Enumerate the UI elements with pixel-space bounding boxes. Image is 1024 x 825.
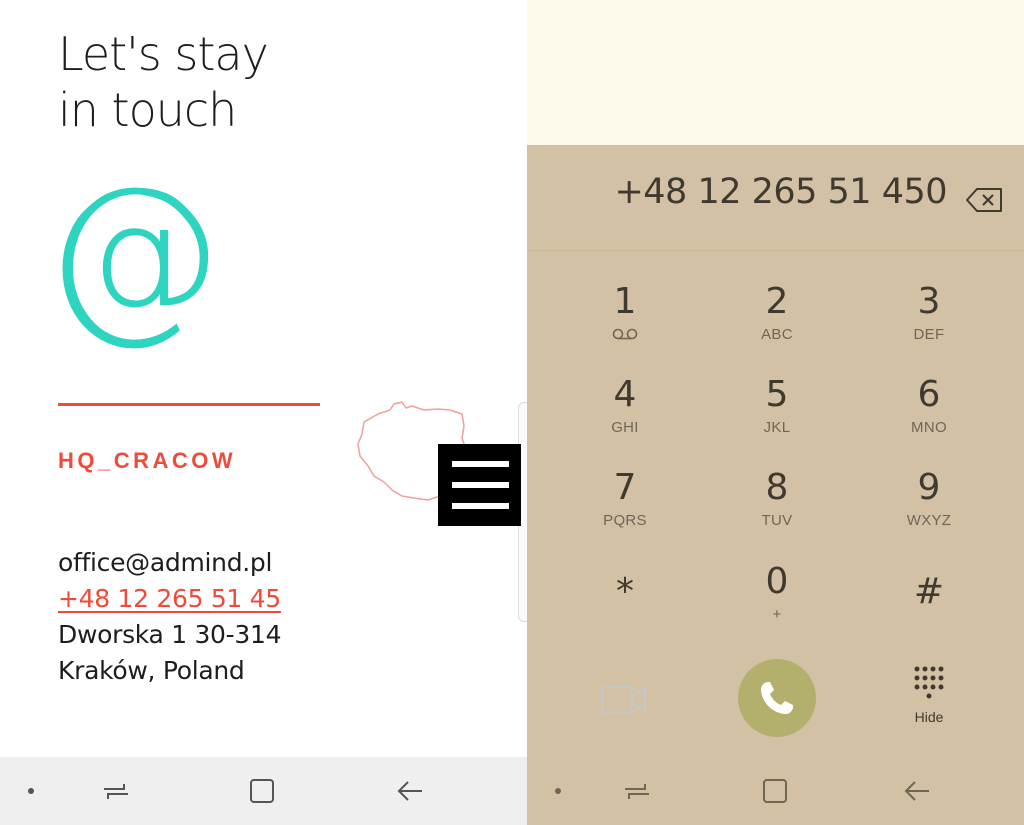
- recent-apps-icon[interactable]: [100, 777, 132, 805]
- key-1[interactable]: 1: [565, 282, 685, 364]
- recent-apps-icon[interactable]: [621, 777, 653, 805]
- phone-dialer: +48 12 265 51 450 1 2 ABC 3 DEF 4 GHI 5 …: [527, 0, 1024, 825]
- key-digit: 7: [613, 467, 637, 508]
- hide-label: Hide: [914, 709, 944, 725]
- phone-link[interactable]: +48 12 265 51 45: [58, 581, 281, 617]
- address-line-2: Kraków, Poland: [58, 656, 245, 685]
- key-letters: GHI: [611, 419, 639, 436]
- key-3[interactable]: 3 DEF: [869, 282, 989, 364]
- key-0[interactable]: 0 +: [717, 562, 837, 644]
- hide-keypad-button[interactable]: Hide: [899, 665, 959, 737]
- contact-page: Let's stay in touch @ HQ_CRACOW office@a…: [0, 0, 527, 825]
- android-nav-bar: [527, 757, 1024, 825]
- key-letters: TUV: [761, 512, 793, 529]
- at-sign-icon: @: [58, 185, 208, 355]
- menu-bar-icon: [452, 503, 509, 509]
- key-letters: +: [772, 606, 782, 623]
- home-icon[interactable]: [248, 777, 276, 805]
- title-line-2: in touch: [58, 83, 237, 137]
- key-digit: 8: [765, 467, 789, 508]
- key-digit: 1: [613, 281, 637, 322]
- key-digit: 5: [765, 374, 789, 415]
- key-6[interactable]: 6 MNO: [869, 375, 989, 457]
- key-star[interactable]: *: [565, 572, 685, 654]
- key-hash[interactable]: #: [869, 572, 989, 654]
- address-line-1: Dworska 1 30-314: [58, 620, 282, 649]
- key-digit: *: [616, 571, 634, 612]
- email-text[interactable]: office@admind.pl: [58, 545, 281, 581]
- key-letters: ABC: [761, 326, 793, 343]
- title-line-1: Let's stay: [58, 27, 269, 81]
- menu-bar-icon: [452, 482, 509, 488]
- key-digit: 2: [765, 281, 789, 322]
- android-nav-bar: [0, 757, 527, 825]
- menu-button[interactable]: [438, 444, 521, 526]
- dialer-header-area: [527, 0, 1024, 145]
- key-9[interactable]: 9 WXYZ: [869, 468, 989, 550]
- divider-line: [58, 403, 320, 406]
- key-letters: JKL: [763, 419, 791, 436]
- key-letters: DEF: [913, 326, 945, 343]
- page-title: Let's stay in touch: [58, 26, 269, 138]
- key-letters: PQRS: [603, 512, 647, 529]
- key-2[interactable]: 2 ABC: [717, 282, 837, 364]
- key-7[interactable]: 7 PQRS: [565, 468, 685, 550]
- phone-handset-icon: [761, 682, 793, 714]
- key-digit: 0: [765, 561, 789, 602]
- nav-dot-icon: [28, 788, 34, 794]
- key-letters: WXYZ: [906, 512, 952, 529]
- back-icon[interactable]: [901, 777, 933, 805]
- office-label: HQ_CRACOW: [58, 448, 237, 473]
- key-digit: 3: [917, 281, 941, 322]
- key-4[interactable]: 4 GHI: [565, 375, 685, 457]
- back-icon[interactable]: [394, 777, 426, 805]
- key-digit: 6: [917, 374, 941, 415]
- voicemail-icon: [612, 328, 638, 340]
- key-8[interactable]: 8 TUV: [717, 468, 837, 550]
- display-divider: [527, 250, 1024, 251]
- nav-dot-icon: [555, 788, 561, 794]
- call-button[interactable]: [738, 659, 816, 737]
- dialed-number: +48 12 265 51 450: [614, 172, 947, 212]
- key-letters: MNO: [911, 419, 947, 436]
- menu-bar-icon: [452, 461, 509, 467]
- key-digit: 9: [917, 467, 941, 508]
- backspace-icon[interactable]: [965, 186, 1005, 214]
- dialpad-icon: [914, 666, 944, 699]
- key-digit: #: [913, 571, 945, 612]
- at-symbol-text: @: [58, 185, 208, 355]
- contact-details: office@admind.pl +48 12 265 51 45 Dworsk…: [58, 545, 282, 689]
- video-call-icon[interactable]: [599, 682, 649, 718]
- key-5[interactable]: 5 JKL: [717, 375, 837, 457]
- key-digit: 4: [613, 374, 637, 415]
- home-icon[interactable]: [761, 777, 789, 805]
